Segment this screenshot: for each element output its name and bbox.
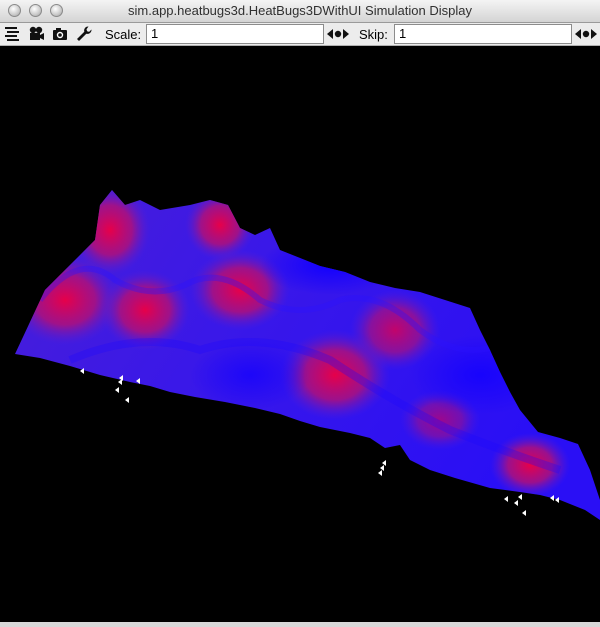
scale-field[interactable]: 1 bbox=[146, 24, 324, 44]
3d-display-canvas[interactable] bbox=[0, 46, 600, 622]
skip-field[interactable]: 1 bbox=[394, 24, 572, 44]
camera-icon[interactable] bbox=[51, 25, 69, 43]
scale-label: Scale: bbox=[105, 27, 142, 42]
skip-stepper-icon[interactable] bbox=[574, 26, 598, 42]
scale-stepper-icon[interactable] bbox=[326, 26, 350, 42]
heat-surface-render bbox=[15, 190, 600, 520]
layers-icon[interactable] bbox=[3, 25, 21, 43]
title-bar[interactable]: sim.app.heatbugs3d.HeatBugs3DWithUI Simu… bbox=[0, 0, 600, 23]
movie-camera-icon[interactable] bbox=[27, 25, 45, 43]
display-toolbar: Scale: 1 Skip: 1 bbox=[0, 23, 600, 46]
window-title: sim.app.heatbugs3d.HeatBugs3DWithUI Simu… bbox=[128, 3, 472, 18]
simulation-display-window: sim.app.heatbugs3d.HeatBugs3DWithUI Simu… bbox=[0, 0, 600, 622]
wrench-icon[interactable] bbox=[75, 25, 93, 43]
skip-label: Skip: bbox=[359, 27, 388, 42]
